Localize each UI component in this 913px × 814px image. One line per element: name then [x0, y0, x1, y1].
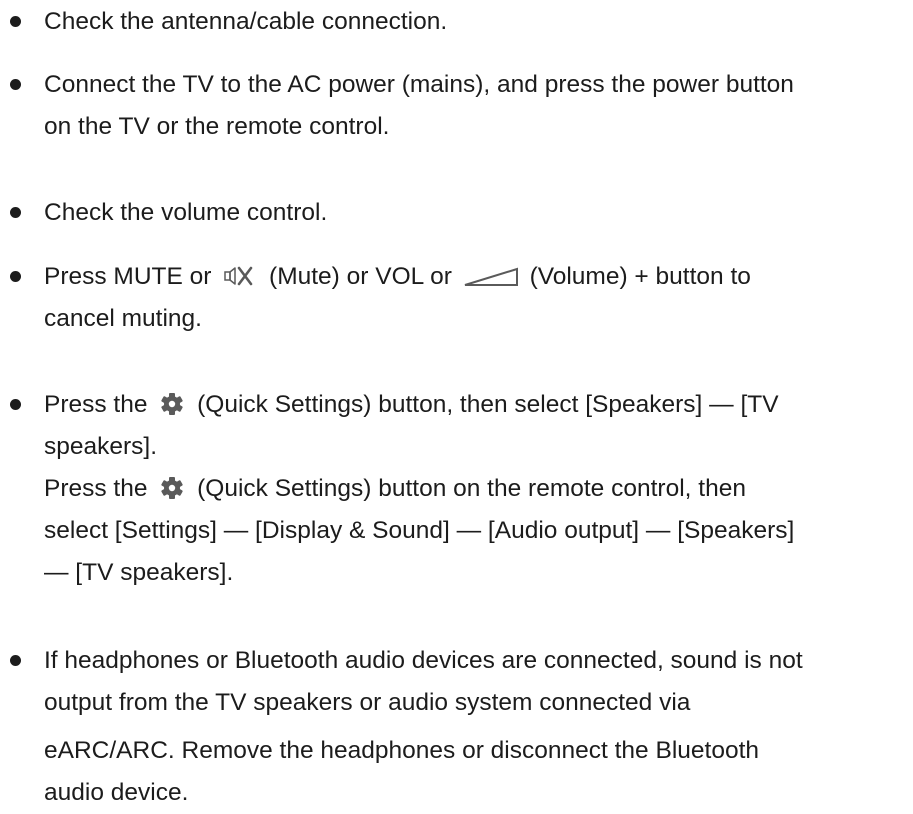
item-text: (Mute) or VOL or — [262, 263, 459, 290]
item-text: (Quick Settings) button, then select [Sp… — [190, 391, 779, 418]
bullet-icon — [10, 271, 21, 282]
item-text: on the TV or the remote control. — [44, 113, 390, 140]
item-text-line: Press the (Quick Settings) button, then … — [44, 384, 794, 426]
item-text: If headphones or Bluetooth audio devices… — [44, 647, 803, 674]
item-text-line: Press MUTE or (Mute) or VOL or (Volume) … — [44, 256, 751, 298]
item-text: audio device. — [44, 779, 189, 806]
item-text: cancel muting. — [44, 305, 202, 332]
bullet-icon — [10, 655, 21, 666]
list-item: Check the volume control. — [0, 192, 327, 234]
item-text: Check the volume control. — [44, 199, 328, 226]
list-item: Press MUTE or (Mute) or VOL or (Volume) … — [0, 256, 751, 340]
item-text: eARC/ARC. Remove the headphones or disco… — [44, 737, 760, 764]
help-document: Check the antenna/cable connection. Conn… — [0, 0, 913, 806]
item-text: Press MUTE or — [44, 263, 219, 290]
item-text: (Volume) + button to — [522, 263, 751, 290]
item-text: Connect the TV to the AC power (mains), … — [44, 71, 794, 98]
list-item: If headphones or Bluetooth audio devices… — [0, 640, 803, 814]
item-text: output from the TV speakers or audio sys… — [44, 689, 691, 716]
list-item: Check the antenna/cable connection. — [0, 1, 447, 43]
gear-icon — [154, 475, 190, 501]
bullet-icon — [10, 207, 21, 218]
mute-icon — [218, 263, 262, 289]
bullet-icon — [10, 399, 21, 410]
gear-icon — [154, 391, 190, 417]
item-text: speakers]. — [44, 433, 158, 460]
bullet-icon — [10, 79, 21, 90]
item-text: Press the — [44, 391, 155, 418]
item-text: (Quick Settings) button on the remote co… — [190, 475, 746, 502]
list-item: Press the (Quick Settings) button, then … — [0, 384, 794, 594]
item-text: Check the antenna/cable connection. — [44, 8, 448, 35]
item-text: — [TV speakers]. — [44, 559, 234, 586]
volume-icon — [459, 263, 523, 289]
item-text: Press the — [44, 475, 155, 502]
item-text: select [Settings] — [Display & Sound] — … — [44, 517, 795, 544]
list-item: Connect the TV to the AC power (mains), … — [0, 64, 794, 148]
item-text-line: Press the (Quick Settings) button on the… — [44, 468, 794, 510]
bullet-icon — [10, 16, 21, 27]
